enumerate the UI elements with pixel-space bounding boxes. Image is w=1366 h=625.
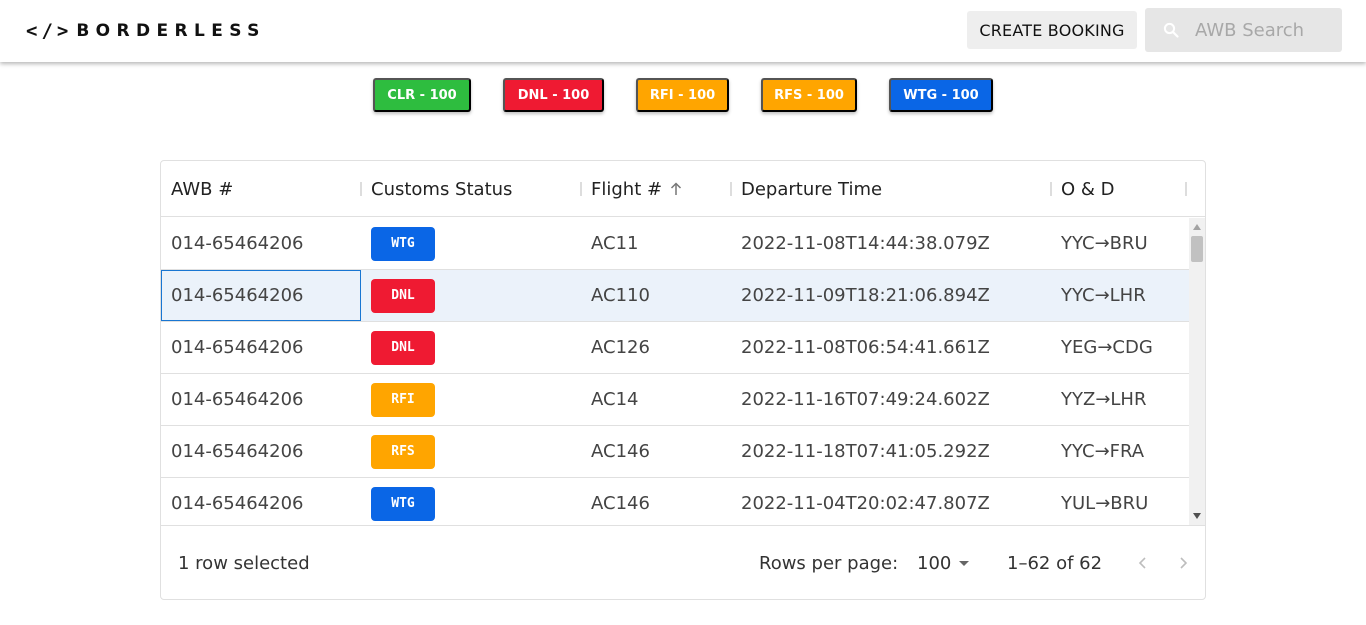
column-header-label: AWB # xyxy=(171,178,234,200)
scroll-thumb[interactable] xyxy=(1191,236,1203,262)
column-header-flight[interactable]: Flight # xyxy=(591,161,731,217)
origin-destination-cell[interactable]: YUL→BRU xyxy=(1061,478,1181,525)
flight-cell[interactable]: AC146 xyxy=(591,478,731,525)
column-separator[interactable] xyxy=(1050,182,1052,196)
filter-clr-button[interactable]: CLR - 100 xyxy=(373,78,471,112)
grid-footer: 1 row selected Rows per page: 100 1–62 o… xyxy=(161,525,1205,599)
status-badge: WTG xyxy=(371,486,435,521)
awb-search[interactable] xyxy=(1145,8,1342,52)
chevron-right-icon xyxy=(1180,557,1188,569)
awb-cell[interactable]: 014-65464206 xyxy=(161,270,361,321)
grid-body: 014-65464206 WTG AC11 2022-11-08T14:44:3… xyxy=(161,218,1205,525)
status-badge: RFI xyxy=(371,382,435,417)
departure-time-cell[interactable]: 2022-11-16T07:49:24.602Z xyxy=(741,374,1051,425)
customs-status-cell[interactable]: WTG xyxy=(371,218,571,269)
flight-cell[interactable]: AC14 xyxy=(591,374,731,425)
customs-status-cell[interactable]: RFS xyxy=(371,426,571,477)
column-separator[interactable] xyxy=(730,182,732,196)
flight-cell[interactable]: AC126 xyxy=(591,322,731,373)
previous-page-button[interactable] xyxy=(1133,553,1153,573)
column-separator[interactable] xyxy=(360,182,362,196)
departure-time-cell[interactable]: 2022-11-18T07:41:05.292Z xyxy=(741,426,1051,477)
customs-status-cell[interactable]: DNL xyxy=(371,270,571,321)
column-separator[interactable] xyxy=(580,182,582,196)
table-row[interactable]: 014-65464206 RFI AC14 2022-11-16T07:49:2… xyxy=(161,374,1189,426)
scroll-down-arrow-icon[interactable] xyxy=(1193,513,1201,519)
origin-destination-cell[interactable]: YYC→FRA xyxy=(1061,426,1181,477)
table-row[interactable]: 014-65464206 WTG AC146 2022-11-04T20:02:… xyxy=(161,478,1189,525)
departure-time-cell[interactable]: 2022-11-08T14:44:38.079Z xyxy=(741,218,1051,269)
origin-destination-cell[interactable]: YYC→LHR xyxy=(1061,270,1181,321)
table-row[interactable]: 014-65464206 DNL AC110 2022-11-09T18:21:… xyxy=(161,270,1189,322)
flight-cell[interactable]: AC110 xyxy=(591,270,731,321)
awb-cell[interactable]: 014-65464206 xyxy=(171,218,361,269)
origin-destination-cell[interactable]: YYC→BRU xyxy=(1061,218,1181,269)
column-separator[interactable] xyxy=(1185,182,1187,196)
awb-cell[interactable]: 014-65464206 xyxy=(171,322,361,373)
column-header-label: O & D xyxy=(1061,178,1115,200)
pagination-range: 1–62 of 62 xyxy=(1007,553,1103,574)
column-header-origin-destination[interactable]: O & D xyxy=(1061,161,1181,217)
departure-time-cell[interactable]: 2022-11-08T06:54:41.661Z xyxy=(741,322,1051,373)
rows-per-page-value: 100 xyxy=(917,553,952,574)
app-bar: </> BORDERLESS CREATE BOOKING xyxy=(0,0,1366,62)
awb-cell[interactable]: 014-65464206 xyxy=(171,426,361,477)
logo-text: BORDERLESS xyxy=(76,21,266,41)
grid-scrollbar[interactable] xyxy=(1189,218,1205,525)
departure-time-cell[interactable]: 2022-11-09T18:21:06.894Z xyxy=(741,270,1051,321)
search-icon xyxy=(1163,22,1179,38)
origin-destination-cell[interactable]: YYZ→LHR xyxy=(1061,374,1181,425)
chevron-left-icon xyxy=(1138,557,1146,569)
flight-cell[interactable]: AC11 xyxy=(591,218,731,269)
selected-row-count: 1 row selected xyxy=(178,553,310,574)
filter-dnl-button[interactable]: DNL - 100 xyxy=(503,78,604,112)
status-badge: RFS xyxy=(371,434,435,469)
logo-brackets: </> xyxy=(26,20,73,42)
filter-rfs-button[interactable]: RFS - 100 xyxy=(761,78,857,112)
departure-time-cell[interactable]: 2022-11-04T20:02:47.807Z xyxy=(741,478,1051,525)
status-badge: DNL xyxy=(371,330,435,365)
logo[interactable]: </> BORDERLESS xyxy=(26,18,266,44)
chevron-down-icon xyxy=(959,560,970,566)
table-row[interactable]: 014-65464206 WTG AC11 2022-11-08T14:44:3… xyxy=(161,218,1189,270)
status-badge: DNL xyxy=(371,278,435,313)
column-header-departure-time[interactable]: Departure Time xyxy=(741,161,1051,217)
rows-per-page-select[interactable]: 100 xyxy=(917,526,970,599)
table-row[interactable]: 014-65464206 DNL AC126 2022-11-08T06:54:… xyxy=(161,322,1189,374)
filter-rfi-button[interactable]: RFI - 100 xyxy=(636,78,729,112)
column-header-label: Departure Time xyxy=(741,178,883,200)
customs-status-cell[interactable]: RFI xyxy=(371,374,571,425)
create-booking-button[interactable]: CREATE BOOKING xyxy=(967,11,1137,49)
sort-ascending-icon[interactable] xyxy=(670,182,682,196)
column-header-customs-status[interactable]: Customs Status xyxy=(371,161,581,217)
table-row[interactable]: 014-65464206 RFS AC146 2022-11-18T07:41:… xyxy=(161,426,1189,478)
next-page-button[interactable] xyxy=(1173,553,1193,573)
awb-search-input[interactable] xyxy=(1195,8,1335,52)
column-header-label: Flight # xyxy=(591,178,663,200)
awb-cell[interactable]: 014-65464206 xyxy=(171,374,361,425)
flight-cell[interactable]: AC146 xyxy=(591,426,731,477)
customs-status-cell[interactable]: WTG xyxy=(371,478,571,525)
grid-header: AWB # Customs Status Flight # Departure … xyxy=(161,161,1205,217)
customs-status-cell[interactable]: DNL xyxy=(371,322,571,373)
column-header-label: Customs Status xyxy=(371,178,513,200)
scroll-up-arrow-icon[interactable] xyxy=(1193,224,1201,230)
rows-per-page-label: Rows per page: xyxy=(759,553,899,574)
column-header-awb[interactable]: AWB # xyxy=(171,161,361,217)
status-badge: WTG xyxy=(371,226,435,261)
bookings-grid: AWB # Customs Status Flight # Departure … xyxy=(160,160,1206,600)
awb-cell[interactable]: 014-65464206 xyxy=(171,478,361,525)
filter-wtg-button[interactable]: WTG - 100 xyxy=(889,78,993,112)
origin-destination-cell[interactable]: YEG→CDG xyxy=(1061,322,1181,373)
